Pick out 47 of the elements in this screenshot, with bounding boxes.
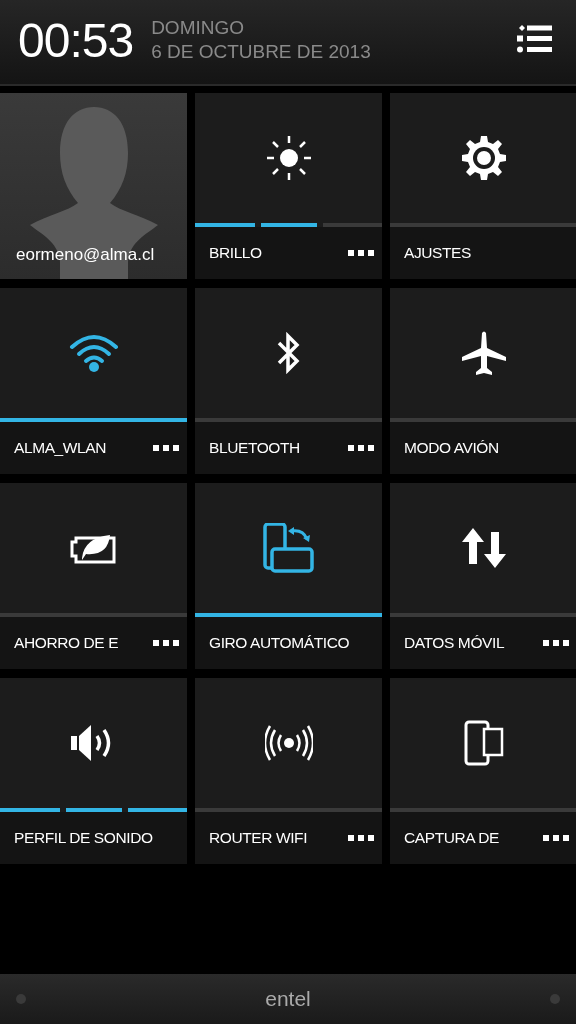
more-icon[interactable] bbox=[153, 640, 179, 646]
quick-setting-tile[interactable]: AJUSTES bbox=[390, 93, 576, 279]
sun-icon bbox=[264, 134, 313, 182]
dot-icon bbox=[16, 994, 26, 1004]
tile-label: GIRO AUTOMÁTICO bbox=[209, 634, 351, 652]
up-down-arrows-icon bbox=[460, 528, 507, 568]
tile-label: ALMA_WLAN bbox=[14, 439, 107, 457]
dot-icon bbox=[550, 994, 560, 1004]
quick-setting-tile[interactable]: MODO AVIÓN bbox=[390, 288, 576, 474]
quick-setting-tile[interactable]: DATOS MÓVIL bbox=[390, 483, 576, 669]
quick-setting-tile[interactable]: PERFIL DE SONIDO bbox=[0, 678, 187, 864]
more-icon[interactable] bbox=[153, 445, 179, 451]
quick-setting-tile[interactable]: GIRO AUTOMÁTICO bbox=[195, 483, 382, 669]
account-tile[interactable]: eormeno@alma.cl bbox=[0, 93, 187, 279]
quick-setting-tile[interactable]: BRILLO bbox=[195, 93, 382, 279]
tile-label: AHORRO DE E bbox=[14, 634, 120, 652]
tile-label: DATOS MÓVIL bbox=[404, 634, 506, 652]
tile-label: MODO AVIÓN bbox=[404, 439, 500, 457]
tile-label: ROUTER WIFI bbox=[209, 829, 309, 847]
account-email: eormeno@alma.cl bbox=[16, 245, 155, 265]
quick-setting-tile[interactable]: ROUTER WIFI bbox=[195, 678, 382, 864]
tile-label: BLUETOOTH bbox=[209, 439, 301, 457]
quick-setting-tile[interactable]: AHORRO DE E bbox=[0, 483, 187, 669]
weekday: DOMINGO bbox=[151, 16, 245, 40]
list-menu-icon[interactable] bbox=[516, 25, 552, 55]
battery-leaf-icon bbox=[69, 532, 118, 564]
more-icon[interactable] bbox=[348, 835, 374, 841]
more-icon[interactable] bbox=[543, 640, 569, 646]
more-icon[interactable] bbox=[543, 835, 569, 841]
airplane-icon bbox=[459, 329, 508, 377]
tile-label: CAPTURA DE bbox=[404, 829, 501, 847]
date: 6 DE OCTUBRE DE 2013 bbox=[151, 40, 372, 64]
phones-icon bbox=[463, 720, 504, 766]
quick-setting-tile[interactable]: CAPTURA DE bbox=[390, 678, 576, 864]
carrier-name: entel bbox=[265, 987, 311, 1011]
tile-label: BRILLO bbox=[209, 244, 263, 262]
gear-icon bbox=[460, 135, 507, 181]
hotspot-icon bbox=[264, 725, 313, 761]
more-icon[interactable] bbox=[348, 445, 374, 451]
more-icon[interactable] bbox=[348, 250, 374, 256]
bluetooth-icon bbox=[275, 331, 302, 375]
tile-label: AJUSTES bbox=[404, 244, 472, 262]
level-fill[interactable] bbox=[0, 808, 187, 812]
tile-label: PERFIL DE SONIDO bbox=[14, 829, 154, 847]
clock-time: 00:53 bbox=[18, 12, 134, 68]
quick-setting-tile[interactable]: BLUETOOTH bbox=[195, 288, 382, 474]
quick-setting-tile[interactable]: ALMA_WLAN bbox=[0, 288, 187, 474]
